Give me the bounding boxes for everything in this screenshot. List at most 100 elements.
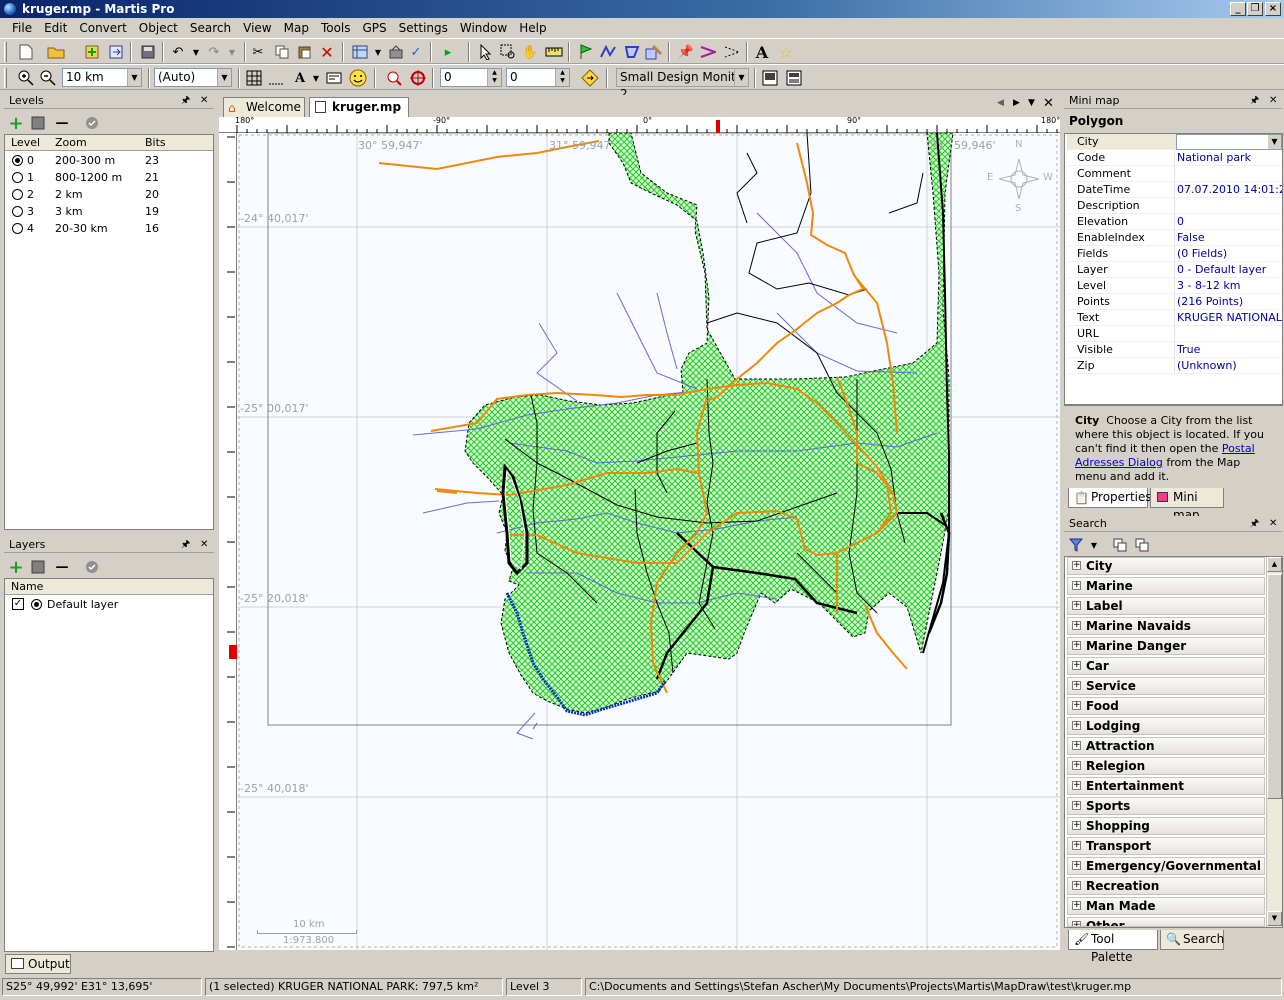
import-icon[interactable] [82, 42, 102, 62]
search-category-entertainment[interactable]: + Entertainment [1067, 777, 1265, 795]
level-row[interactable]: 4 20-30 km 16 [5, 220, 213, 237]
property-value[interactable]: 3 - 8-12 km [1177, 278, 1282, 294]
menu-object[interactable]: Object [133, 18, 184, 38]
level-row[interactable]: 0 200-300 m 23 [5, 152, 213, 169]
property-value[interactable]: (0 Fields) [1177, 246, 1282, 262]
menu-help[interactable]: Help [513, 18, 552, 38]
expand-icon[interactable]: + [1072, 881, 1081, 890]
tab-welcome[interactable]: ⌂ Welcome [223, 97, 305, 117]
spin-arrows-icon[interactable]: ▲ ▼ [487, 69, 501, 86]
level-apply-icon[interactable] [82, 113, 102, 133]
device-select[interactable]: Small Design Monitor 2 ▼ [616, 68, 749, 101]
y-offset-spinner[interactable]: 0 ▲ ▼ [506, 68, 570, 87]
pin-panel-icon[interactable]: 🖈 [181, 537, 190, 553]
remove-layer-icon[interactable]: — [52, 557, 72, 577]
pin-panel-icon[interactable]: 🖈 [181, 93, 190, 109]
close-panel-icon[interactable]: ✕ [200, 537, 208, 553]
add-point-flag-icon[interactable] [576, 42, 596, 62]
search-category-transport[interactable]: + Transport [1067, 837, 1265, 855]
search-scrollbar[interactable]: ▲ ▼ [1266, 557, 1282, 927]
favorite-star-icon[interactable]: ☆ [776, 42, 796, 62]
pin-panel-icon[interactable]: 🖈 [1250, 93, 1259, 109]
property-row-level[interactable]: Level 3 - 8-12 km [1067, 278, 1282, 294]
add-polygon-icon[interactable] [622, 42, 642, 62]
city-dropdown[interactable]: ▼ [1176, 134, 1282, 150]
expand-icon[interactable]: + [1072, 601, 1081, 610]
search-category-food[interactable]: + Food [1067, 697, 1265, 715]
filter-icon[interactable] [1066, 535, 1086, 555]
zoom-out-icon[interactable] [38, 68, 58, 88]
map-properties-icon[interactable] [350, 42, 370, 62]
search-category-marine[interactable]: + Marine [1067, 577, 1265, 595]
tab-scroll-right-icon[interactable]: ▶ [1013, 98, 1020, 108]
expand-icon[interactable]: + [1072, 841, 1081, 850]
search-category-marine-navaids[interactable]: + Marine Navaids [1067, 617, 1265, 635]
expand-icon[interactable]: + [1072, 801, 1081, 810]
add-polyline-icon[interactable] [598, 42, 618, 62]
scale-select[interactable]: (Auto) ▼ [154, 68, 232, 87]
grid-toggle-icon[interactable] [244, 68, 264, 88]
tab-minimap[interactable]: Mini map [1150, 488, 1224, 522]
property-row-url[interactable]: URL [1067, 326, 1282, 342]
column-zoom[interactable]: Zoom [55, 135, 87, 151]
redo-dropdown-icon[interactable]: ▼ [222, 42, 242, 62]
property-row-points[interactable]: Points (216 Points) [1067, 294, 1282, 310]
search-category-recreation[interactable]: + Recreation [1067, 877, 1265, 895]
close-panel-icon[interactable]: ✕ [200, 93, 208, 109]
expand-icon[interactable]: + [1072, 761, 1081, 770]
menu-view[interactable]: View [237, 18, 277, 38]
bounding-box-icon[interactable] [266, 68, 286, 88]
cut-icon[interactable]: ✂ [248, 42, 268, 62]
property-value[interactable]: (Unknown) [1177, 358, 1282, 374]
search-category-lodging[interactable]: + Lodging [1067, 717, 1265, 735]
expand-icon[interactable]: + [1072, 901, 1081, 910]
property-value[interactable]: 0 - Default layer [1177, 262, 1282, 278]
property-value[interactable]: National park [1177, 150, 1282, 166]
open-folder-icon[interactable] [46, 42, 66, 62]
text-tool-icon[interactable]: A [752, 42, 772, 62]
property-row-zip[interactable]: Zip (Unknown) [1067, 358, 1282, 374]
menu-window[interactable]: Window [454, 18, 513, 38]
gps-zoom-icon[interactable] [384, 68, 404, 88]
level-radio[interactable] [12, 223, 23, 234]
property-row-description[interactable]: Description [1067, 198, 1282, 214]
search-category-service[interactable]: + Service [1067, 677, 1265, 695]
select-arrow-icon[interactable] [476, 42, 496, 62]
layer-active-radio[interactable] [31, 599, 42, 610]
save-icon[interactable] [138, 42, 158, 62]
menu-gps[interactable]: GPS [357, 18, 393, 38]
delete-icon[interactable]: ✕ [317, 42, 337, 62]
search-category-sports[interactable]: + Sports [1067, 797, 1265, 815]
rotate-icon[interactable] [580, 68, 600, 88]
edit-level-icon[interactable] [28, 113, 48, 133]
expand-icon[interactable]: + [1072, 661, 1081, 670]
expand-icon[interactable]: + [1072, 681, 1081, 690]
add-level-icon[interactable]: + [6, 113, 26, 134]
close-panel-icon[interactable]: ✕ [1269, 93, 1277, 109]
zoom-rectangle-icon[interactable] [498, 42, 518, 62]
scroll-down-icon[interactable]: ▼ [1267, 911, 1282, 926]
map-properties-dropdown-icon[interactable]: ▼ [368, 42, 388, 62]
menu-search[interactable]: Search [184, 18, 237, 38]
track-icon[interactable] [722, 42, 742, 62]
minimize-button[interactable]: _ [1230, 2, 1246, 16]
search-category-other[interactable]: + Other [1067, 917, 1265, 927]
property-value[interactable]: True [1177, 342, 1282, 358]
level-row[interactable]: 2 2 km 20 [5, 186, 213, 203]
level-row[interactable]: 1 800-1200 m 21 [5, 169, 213, 186]
expand-icon[interactable]: + [1072, 621, 1081, 630]
run-icon[interactable]: ▸ [438, 42, 458, 62]
property-value[interactable]: (216 Points) [1177, 294, 1282, 310]
property-value[interactable]: KRUGER NATIONAL [1177, 310, 1282, 326]
tab-properties[interactable]: 📋 Properties [1068, 488, 1152, 508]
edit-layer-icon[interactable] [28, 557, 48, 577]
paste-icon[interactable] [295, 42, 315, 62]
undo-dropdown-icon[interactable]: ▼ [186, 42, 206, 62]
filter-dropdown-icon[interactable]: ▼ [1084, 535, 1104, 555]
redo-icon[interactable]: ↷ [204, 42, 224, 62]
property-row-elevation[interactable]: Elevation 0 [1067, 214, 1282, 230]
tab-output[interactable]: Output [5, 954, 71, 974]
menu-settings[interactable]: Settings [393, 18, 454, 38]
route-icon[interactable] [698, 42, 718, 62]
expand-icon[interactable]: + [1072, 561, 1081, 570]
